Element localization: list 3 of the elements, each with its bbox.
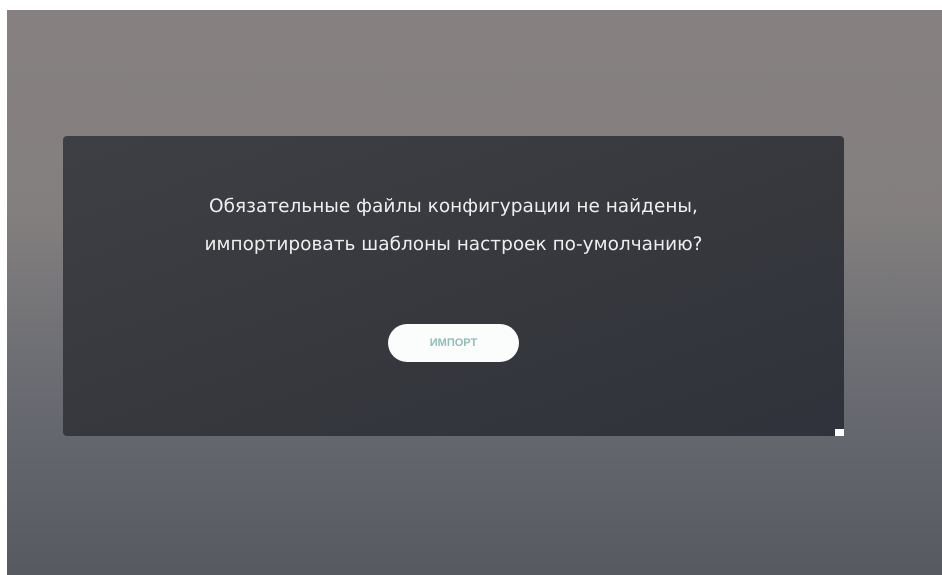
import-button[interactable]: ИМПОРТ [388, 324, 519, 362]
dialog-message: Обязательные файлы конфигурации не найдены, импортировать шаблоны настроек по-умолчанию? [204, 195, 702, 257]
resize-handle[interactable] [835, 429, 844, 436]
